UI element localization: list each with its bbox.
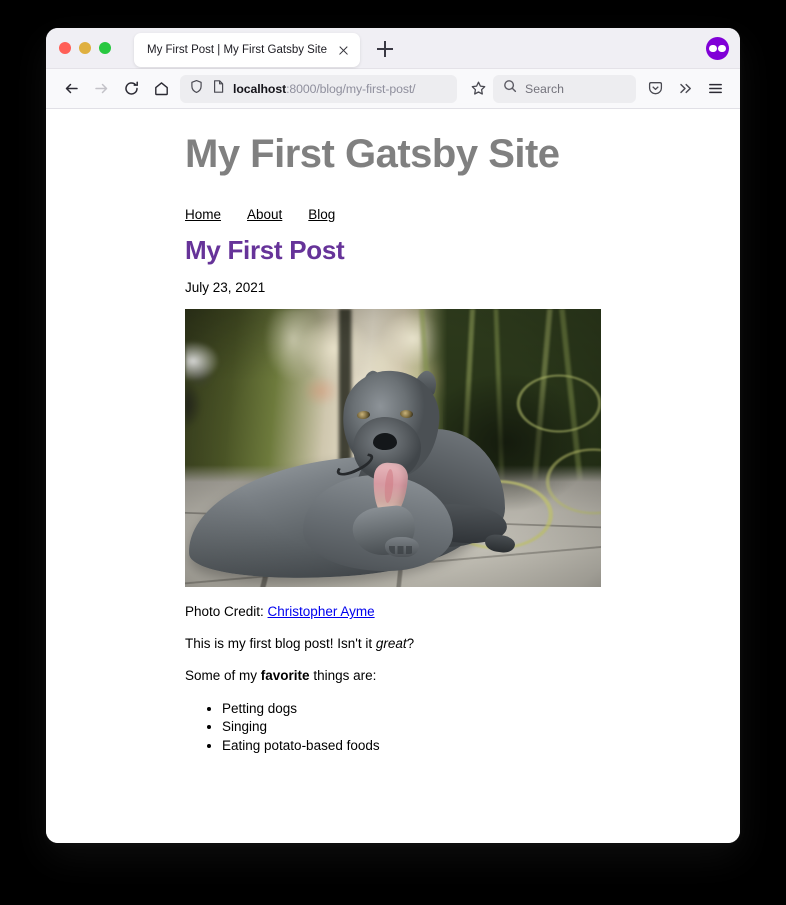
nav-link-home[interactable]: Home (185, 207, 221, 222)
close-icon[interactable] (336, 43, 351, 58)
post-paragraph-1: This is my first blog post! Isn't it gre… (185, 635, 740, 653)
relay-eye-right (718, 44, 726, 53)
shield-icon[interactable] (189, 79, 204, 99)
list-item: Singing (222, 718, 740, 736)
relay-eye-left (709, 44, 717, 53)
reload-icon[interactable] (116, 74, 146, 104)
paragraph-1-emphasis: great (375, 636, 407, 652)
page-info-icon[interactable] (211, 79, 226, 99)
pocket-icon[interactable] (640, 74, 670, 104)
post-image (185, 309, 601, 587)
paragraph-1-before: This is my first blog post! Isn't it (185, 636, 376, 652)
browser-window: My First Post | My First Gatsby Site loc… (46, 28, 740, 843)
post-date: July 23, 2021 (185, 280, 266, 295)
photo-credit-link[interactable]: Christopher Ayme (268, 604, 375, 619)
paragraph-2-after: things are: (309, 668, 377, 684)
post-title: My First Post (185, 235, 345, 265)
address-bar[interactable]: localhost:8000/blog/my-first-post/ (180, 74, 457, 103)
minimize-window-button[interactable] (79, 42, 91, 54)
back-arrow-icon[interactable] (56, 74, 86, 104)
favorites-list: Petting dogs Singing Eating potato-based… (222, 700, 740, 755)
list-item: Petting dogs (222, 700, 740, 718)
tab-title: My First Post | My First Gatsby Site (147, 44, 327, 56)
maximize-window-button[interactable] (99, 42, 111, 54)
page-viewport: My First Gatsby Site Home About Blog My … (46, 109, 740, 843)
search-icon (503, 79, 517, 98)
hamburger-menu-icon[interactable] (700, 74, 730, 104)
forward-arrow-icon (86, 74, 116, 104)
paragraph-2-before: Some of my (185, 668, 261, 684)
new-tab-button[interactable] (377, 41, 393, 57)
search-box[interactable]: Search (493, 74, 636, 103)
list-item: Eating potato-based foods (222, 737, 740, 755)
url-host: localhost (233, 81, 287, 96)
nav-link-about[interactable]: About (247, 207, 282, 222)
photo-vignette-layer (185, 309, 601, 587)
close-window-button[interactable] (59, 42, 71, 54)
paragraph-1-after: ? (406, 636, 415, 652)
photo-credit-prefix: Photo Credit: (185, 604, 268, 619)
star-icon[interactable] (463, 74, 493, 104)
firefox-relay-icon[interactable] (706, 37, 729, 60)
nav-link-blog[interactable]: Blog (308, 207, 335, 222)
page-content: My First Gatsby Site Home About Blog My … (46, 109, 740, 755)
paragraph-2-strong: favorite (260, 668, 310, 684)
site-title: My First Gatsby Site (185, 132, 560, 176)
url-text: localhost:8000/blog/my-first-post/ (233, 82, 416, 96)
photo-credit: Photo Credit: Christopher Ayme (185, 603, 740, 621)
double-chevron-icon[interactable] (670, 74, 700, 104)
tab-strip: My First Post | My First Gatsby Site (46, 28, 740, 69)
home-icon[interactable] (146, 74, 176, 104)
browser-toolbar: localhost:8000/blog/my-first-post/ Searc… (46, 69, 740, 109)
url-path: :8000/blog/my-first-post/ (286, 81, 416, 96)
window-traffic-lights (59, 42, 111, 54)
post-paragraph-2: Some of my favorite things are: (185, 667, 740, 685)
browser-tab[interactable]: My First Post | My First Gatsby Site (134, 33, 360, 67)
search-placeholder: Search (525, 81, 564, 96)
site-nav: Home About Blog (185, 207, 740, 222)
